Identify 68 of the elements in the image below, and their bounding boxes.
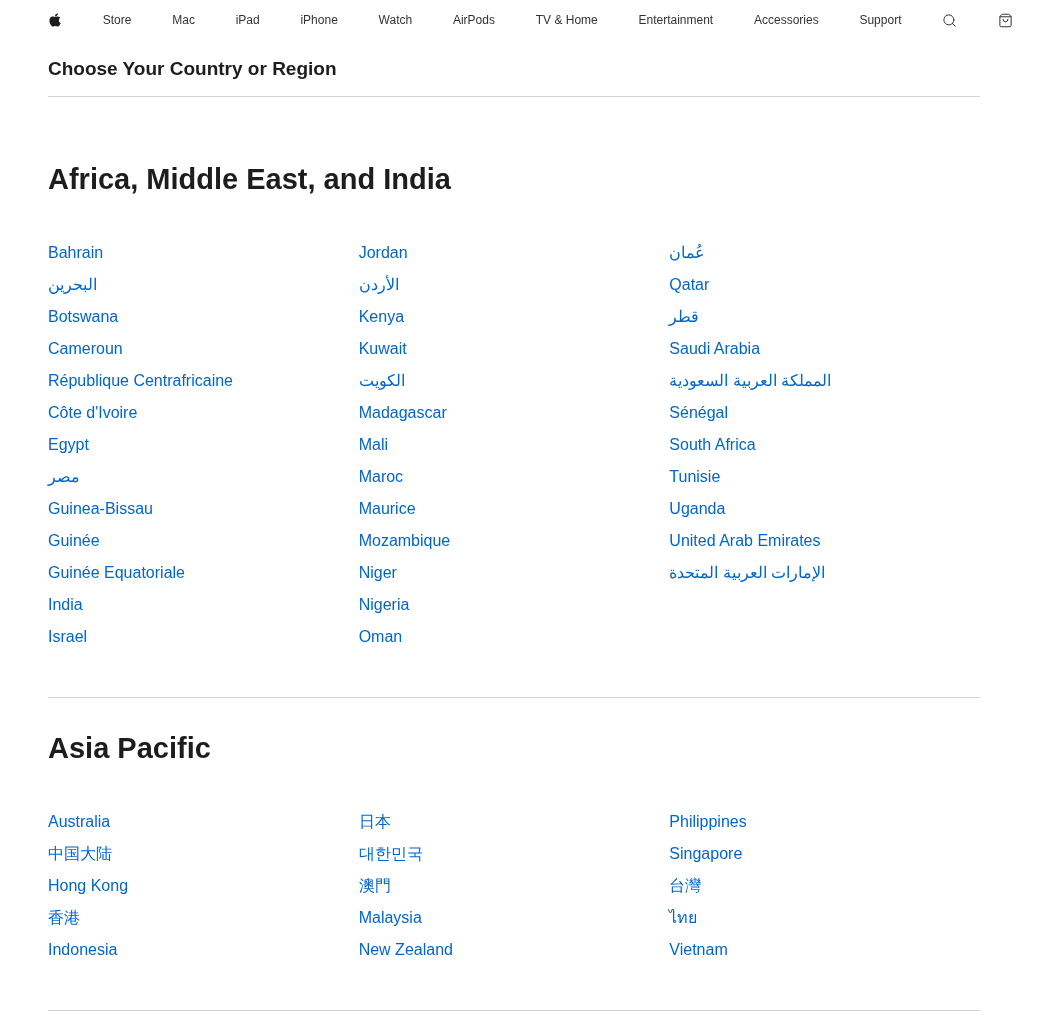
country-link[interactable]: Bahrain (48, 243, 104, 261)
country-link[interactable]: Uganda (669, 499, 726, 517)
country-link[interactable]: 대한민국 (358, 844, 423, 862)
country-link[interactable]: Mali (358, 435, 388, 453)
country-link[interactable]: ไทย (669, 908, 698, 926)
country-link[interactable]: Tunisie (669, 467, 721, 485)
nav-link[interactable]: Watch (378, 11, 413, 29)
search-icon[interactable] (942, 12, 958, 28)
country-link[interactable]: الكويت (358, 371, 405, 389)
country-link[interactable]: Australia (48, 812, 111, 830)
nav-link[interactable]: Mac (172, 11, 195, 29)
country-link[interactable]: Singapore (669, 844, 743, 862)
country-link[interactable]: Côte d'Ivoire (48, 403, 138, 421)
country-link[interactable]: Guinée Equatoriale (48, 563, 185, 581)
country-link[interactable]: 台灣 (669, 876, 702, 894)
country-link[interactable]: Madagascar (358, 403, 447, 421)
country-link[interactable]: Cameroun (48, 339, 123, 357)
country-link[interactable]: المملكة العربية السعودية (669, 371, 832, 389)
country-link[interactable]: Vietnam (669, 940, 728, 958)
country-link[interactable]: Jordan (358, 243, 408, 261)
country-link[interactable]: مصر (48, 467, 80, 485)
nav-link[interactable]: Entertainment (638, 11, 714, 29)
region-heading: Asia Pacific (48, 730, 212, 766)
country-link[interactable]: New Zealand (358, 940, 453, 958)
country-link[interactable]: Guinée (48, 531, 100, 549)
country-link[interactable]: 香港 (48, 908, 80, 926)
country-link[interactable]: Maurice (358, 499, 416, 517)
country-link[interactable]: Nigeria (358, 595, 410, 613)
country-link[interactable]: Hong Kong (48, 876, 129, 894)
page-title: Choose Your Country or Region (48, 40, 980, 97)
country-link[interactable]: India (48, 595, 83, 613)
nav-link[interactable]: iPhone (300, 11, 338, 29)
country-link[interactable]: South Africa (669, 435, 756, 453)
country-link[interactable]: United Arab Emirates (669, 531, 821, 549)
nav-link[interactable]: iPad (235, 11, 260, 29)
country-link[interactable]: الإمارات العربية المتحدة (669, 563, 826, 581)
country-link[interactable]: Kenya (358, 307, 405, 325)
country-link[interactable]: Indonesia (48, 940, 118, 958)
country-link[interactable]: Maroc (358, 467, 404, 485)
country-link[interactable]: Malaysia (358, 908, 422, 926)
country-link[interactable]: Mozambique (358, 531, 451, 549)
nav-link[interactable]: TV & Home (535, 11, 598, 29)
country-link[interactable]: البحرين (48, 275, 97, 293)
nav-link[interactable]: Store (102, 11, 132, 29)
country-link[interactable]: Philippines (669, 812, 747, 830)
country-link[interactable]: Botswana (48, 307, 119, 325)
country-link[interactable]: République Centrafricaine (48, 371, 233, 389)
nav-link[interactable]: Accessories (754, 11, 819, 29)
region-heading: Africa, Middle East, and India (48, 161, 452, 197)
country-link[interactable]: Niger (358, 563, 397, 581)
nav-link[interactable]: Support (859, 11, 902, 29)
nav-link[interactable]: AirPods (452, 11, 495, 29)
country-link[interactable]: 澳門 (358, 876, 391, 894)
country-link[interactable]: 中国大陆 (48, 844, 112, 862)
country-link[interactable]: عُمان (669, 243, 706, 261)
apple-logo-icon[interactable] (48, 12, 62, 28)
country-link[interactable]: Qatar (669, 275, 710, 293)
country-link[interactable]: Israel (48, 627, 88, 645)
country-link[interactable]: قطر (669, 307, 700, 325)
country-link[interactable]: الأردن (358, 275, 399, 293)
country-link[interactable]: Oman (358, 627, 403, 645)
shopping-bag-icon[interactable] (998, 12, 1013, 28)
country-link[interactable]: Sénégal (669, 403, 729, 421)
country-link[interactable]: Saudi Arabia (669, 339, 761, 357)
country-link[interactable]: Guinea-Bissau (48, 499, 153, 517)
country-link[interactable]: 日本 (358, 812, 391, 830)
country-link[interactable]: Egypt (48, 435, 89, 453)
country-link[interactable]: Kuwait (358, 339, 407, 357)
